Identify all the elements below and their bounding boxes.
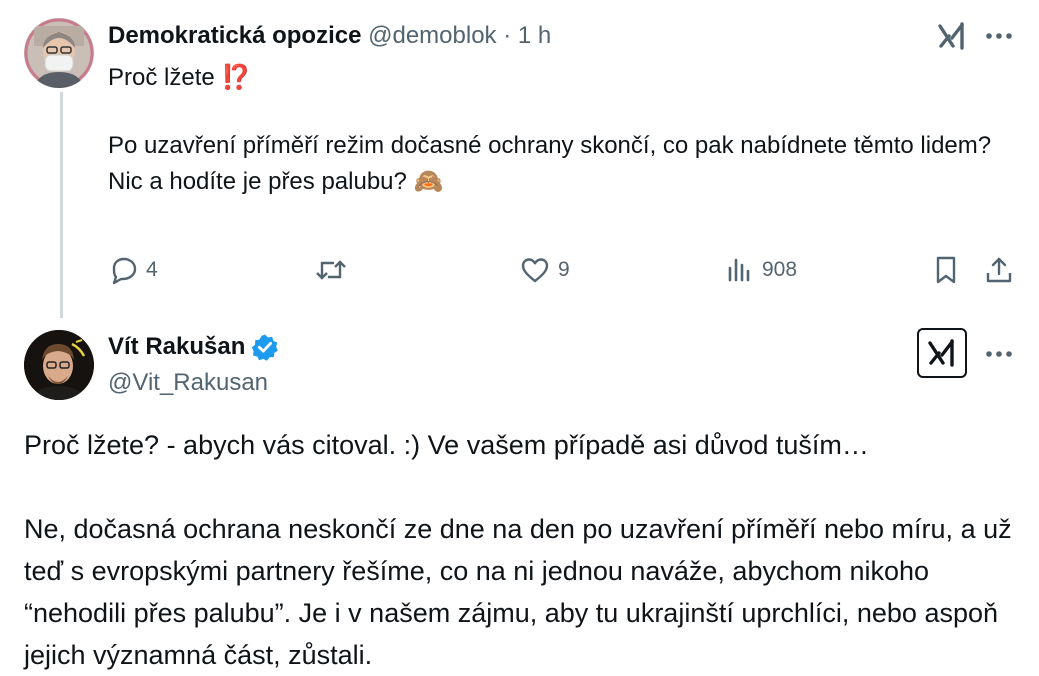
reply-button[interactable]: 4	[108, 252, 158, 288]
tweet1-header: Demokratická opozice @demoblok · 1 h	[108, 20, 551, 52]
retweet-icon	[316, 260, 346, 280]
share-button[interactable]	[984, 252, 1014, 288]
tweet1-body: Po uzavření příměří režim dočasné ochran…	[108, 128, 1018, 200]
see-no-evil-monkey-emoji: 🙈	[413, 168, 444, 195]
like-count: 9	[558, 258, 570, 281]
tweet2-text: Proč lžete? - abych vás citoval. :) Ve v…	[24, 424, 1024, 676]
like-button[interactable]: 9	[520, 252, 570, 288]
thread-connector-line	[60, 92, 63, 318]
author-handle[interactable]: @Vit_Rakusan	[108, 366, 268, 400]
tweet1-action-bar: 4 9 908	[108, 252, 1018, 288]
author-name[interactable]: Demokratická opozice	[108, 22, 361, 49]
exclamation-question-emoji: ⁉️	[221, 64, 252, 91]
views-count: 908	[762, 258, 798, 281]
tweet1-text: Proč lžete ⁉️ Po uzavření příměří režim …	[108, 60, 1018, 200]
tweet1-title-text: Proč lžete	[108, 64, 215, 91]
author-handle[interactable]: @demoblok	[368, 22, 496, 49]
reply-icon	[112, 257, 137, 284]
share-icon	[986, 257, 1012, 283]
reply-count: 4	[146, 258, 158, 281]
verified-badge-icon	[252, 334, 279, 361]
author-name[interactable]: Vít Rakušan	[108, 330, 245, 364]
tweet1-body-text: Po uzavření příměří režim dočasné ochran…	[108, 132, 992, 195]
xai-icon[interactable]	[935, 20, 969, 52]
retweet-button[interactable]	[314, 252, 348, 288]
tweet2-paragraph: Proč lžete? - abych vás citoval. :) Ve v…	[24, 430, 869, 460]
more-icon[interactable]	[982, 340, 1016, 368]
tweet1-title-line: Proč lžete ⁉️	[108, 60, 1018, 96]
tweet2-paragraph: Ne, dočasná ochrana neskončí ze dne na d…	[24, 514, 1012, 670]
avatar-demokraticka-opozice[interactable]	[24, 18, 94, 88]
bookmark-button[interactable]	[932, 252, 960, 288]
xai-icon[interactable]	[917, 328, 967, 378]
bookmark-icon	[936, 256, 956, 284]
avatar-vit-rakusan[interactable]	[24, 330, 94, 400]
separator: ·	[503, 22, 512, 49]
views-icon	[728, 258, 750, 282]
tweet2-author-row: Vít Rakušan	[108, 330, 279, 364]
heart-icon	[521, 258, 549, 283]
timestamp[interactable]: 1 h	[518, 22, 551, 49]
more-icon[interactable]	[982, 22, 1016, 50]
views-button[interactable]: 908	[726, 252, 797, 288]
